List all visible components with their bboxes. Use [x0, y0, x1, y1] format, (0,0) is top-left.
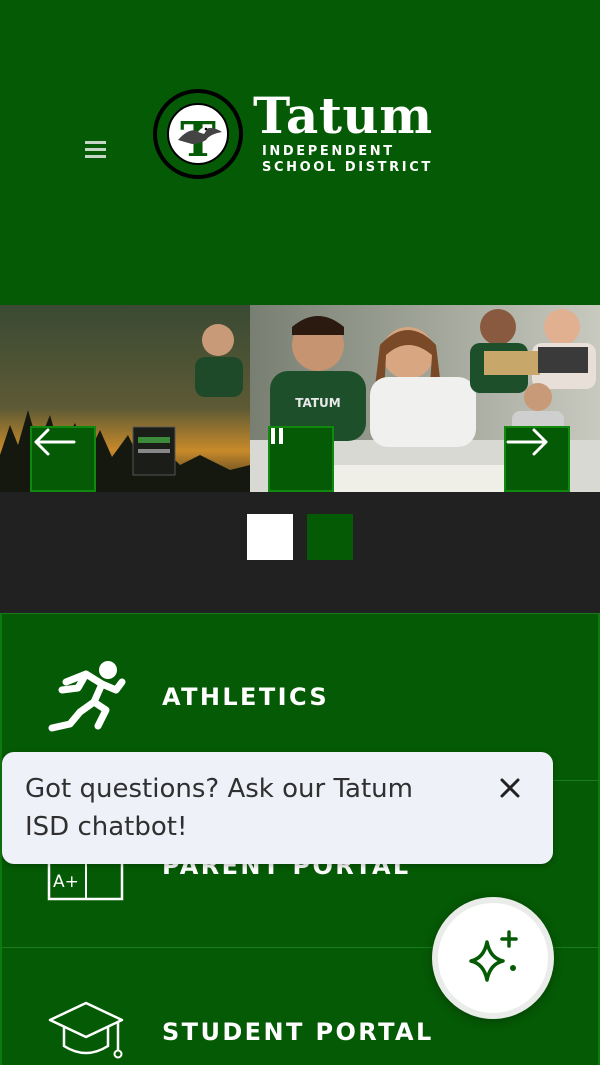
slide-pause-button[interactable] [268, 426, 334, 492]
arrow-right-icon [506, 428, 548, 456]
runner-icon [48, 661, 126, 732]
arrow-left-icon [34, 428, 76, 456]
chatbot-prompt-text: Got questions? Ask our Tatum ISD chatbot… [25, 774, 413, 842]
slide-next-button[interactable] [504, 426, 570, 492]
hero-slideshow: TATUM [0, 305, 600, 492]
site-header: T Tatum INDEPENDENT SCHOOL DISTRICT [0, 0, 600, 305]
chatbot-prompt-tooltip[interactable]: Got questions? Ask our Tatum ISD chatbot… [2, 752, 553, 864]
close-icon[interactable] [494, 772, 526, 804]
hamburger-menu-icon[interactable] [84, 141, 108, 165]
slide-dot-2[interactable] [307, 514, 353, 560]
district-subtitle-line1: INDEPENDENT [262, 144, 395, 159]
slide-dot-1[interactable] [247, 514, 293, 560]
eagle-seal-icon: T [153, 89, 243, 179]
district-name: Tatum [253, 86, 433, 145]
slide-pagination [0, 492, 600, 613]
report-card-icon: A+ [47, 861, 124, 901]
quick-link-label: STUDENT PORTAL [162, 1018, 434, 1046]
svg-text:A+: A+ [53, 872, 79, 892]
shirt-text: TATUM [295, 396, 340, 410]
quick-link-label: ATHLETICS [162, 683, 330, 711]
district-subtitle-line2: SCHOOL DISTRICT [262, 160, 433, 175]
slide-prev-button[interactable] [30, 426, 96, 492]
district-wordmark: Tatum INDEPENDENT SCHOOL DISTRICT [253, 88, 433, 176]
graduation-cap-icon [48, 1001, 124, 1059]
district-logo[interactable]: T Tatum INDEPENDENT SCHOOL DISTRICT [152, 88, 452, 184]
pause-icon [271, 428, 283, 444]
chatbot-launcher-button[interactable] [432, 897, 554, 1019]
sparkle-icon [469, 930, 518, 982]
